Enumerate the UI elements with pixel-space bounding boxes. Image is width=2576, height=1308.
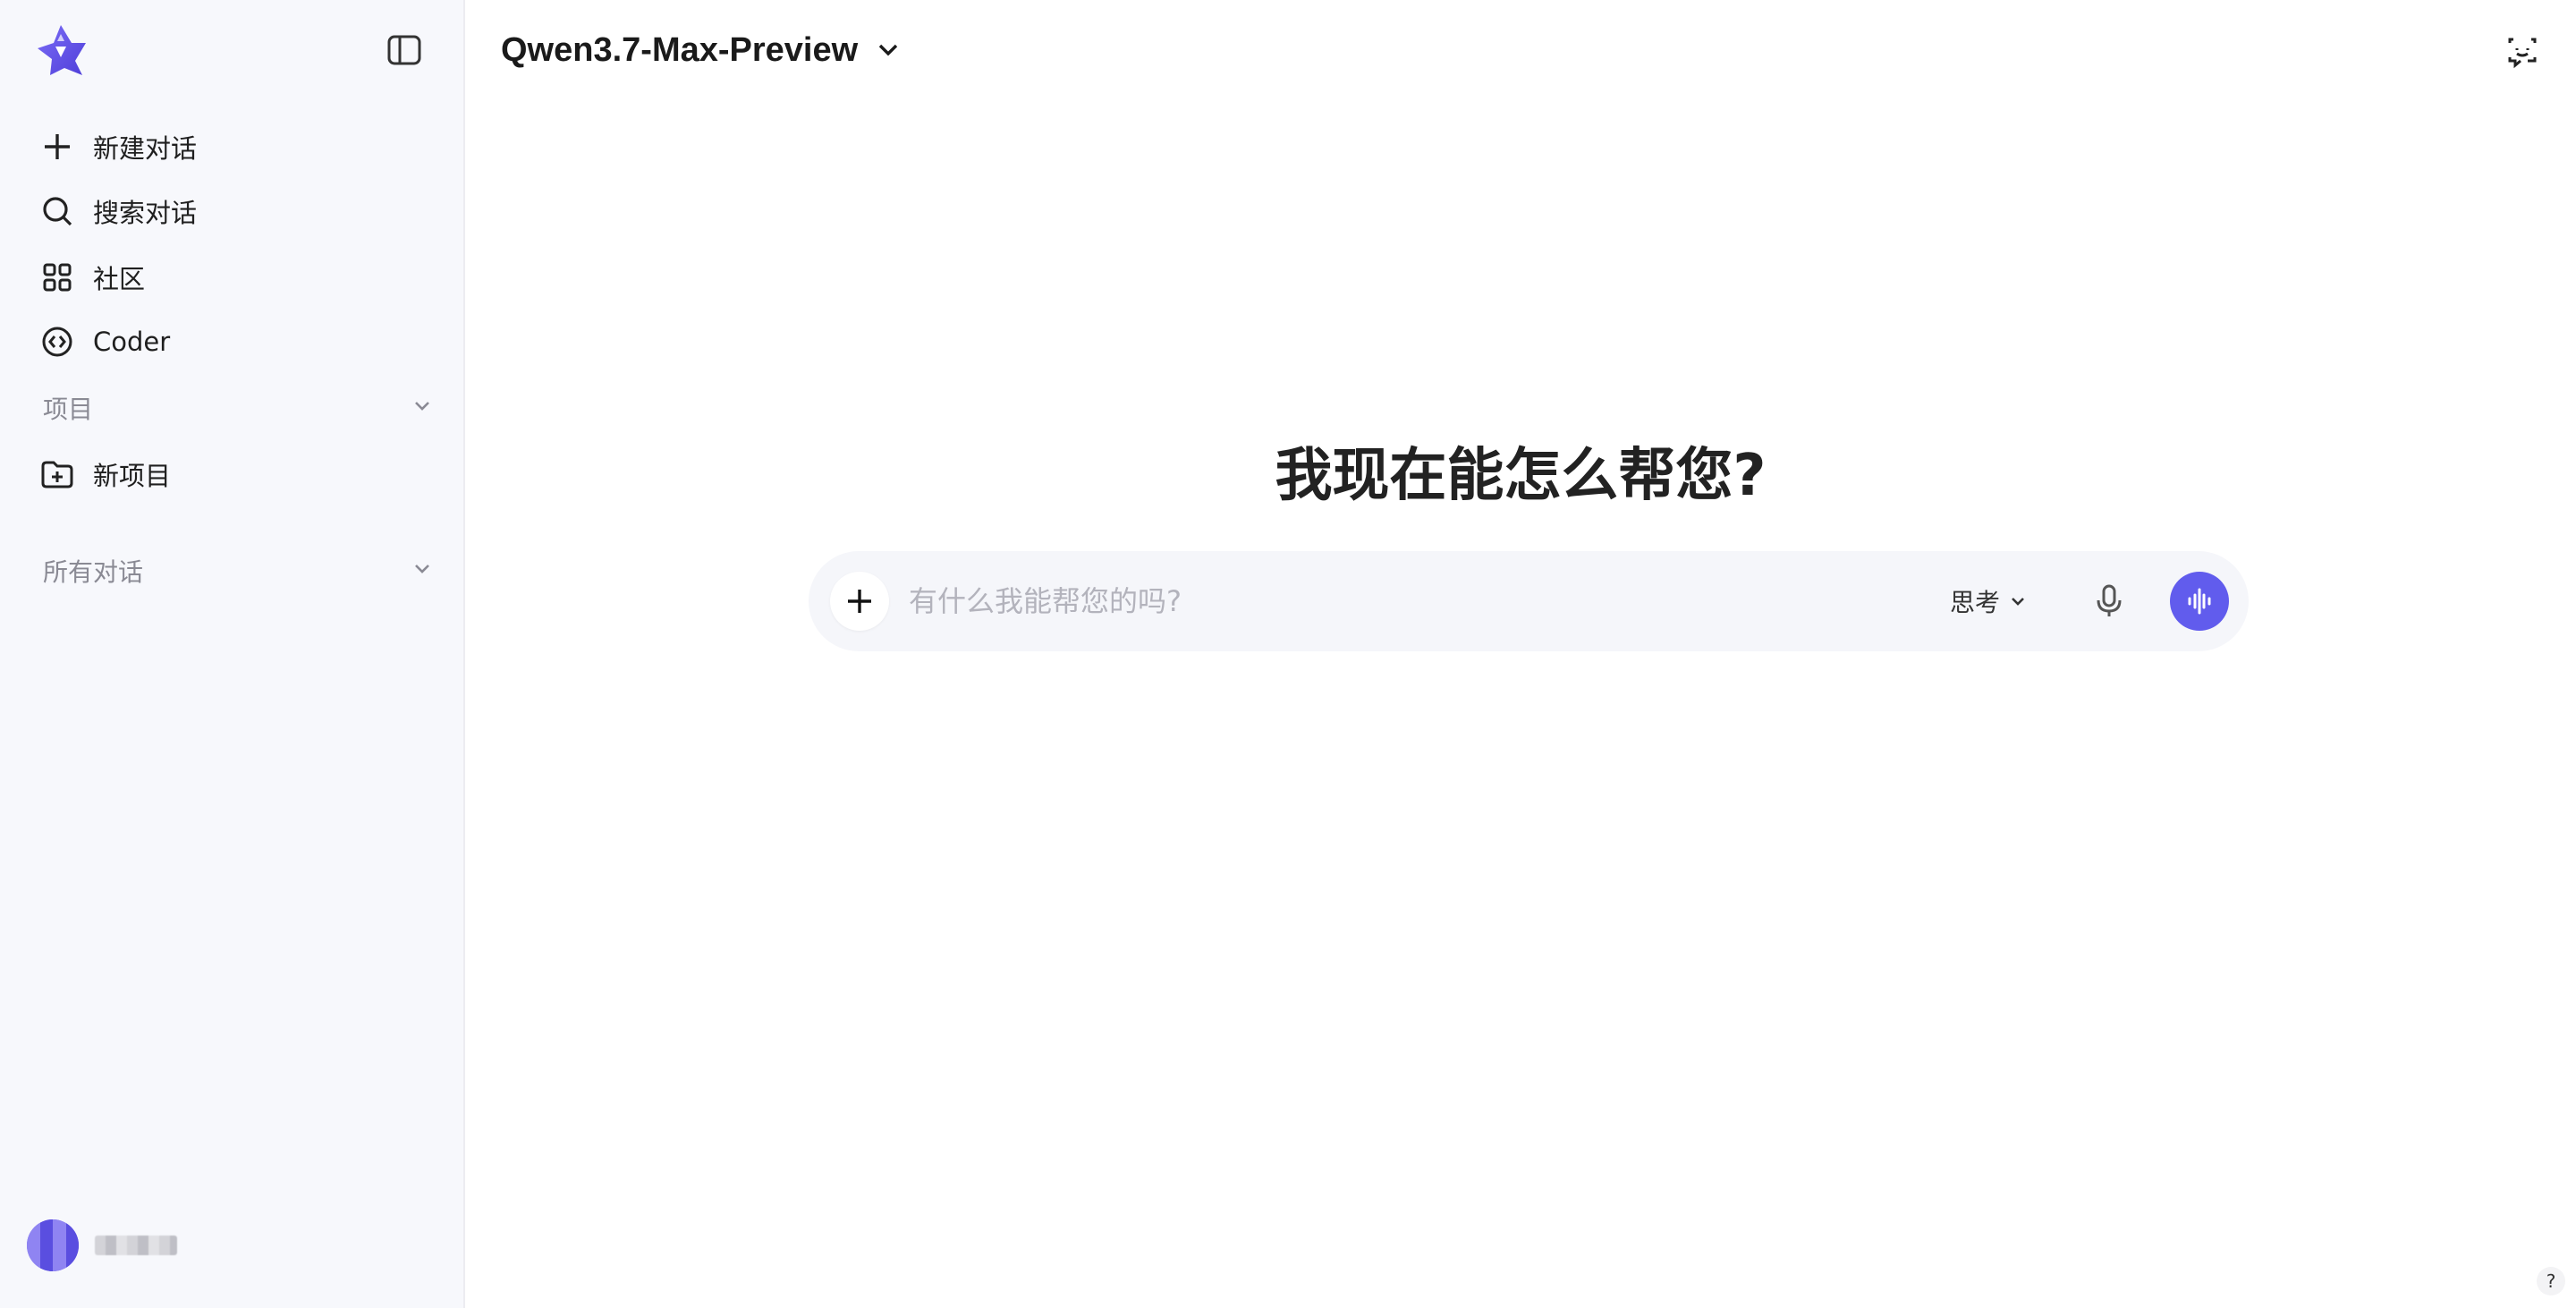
think-mode-dropdown[interactable]: 思考 [1950, 583, 2027, 619]
prompt-input[interactable] [909, 574, 1950, 628]
chat-bubble-icon [2508, 38, 2537, 69]
section-label: 所有对话 [43, 557, 144, 587]
sidebar-item-label: 搜索对话 [93, 198, 198, 228]
sidebar-item-new-chat[interactable]: 新建对话 [25, 118, 436, 175]
plus-icon [39, 129, 75, 165]
sidebar-item-label: Coder [93, 327, 171, 357]
page-title: 我现在能怎么帮您? [1275, 443, 1767, 509]
sidebar-item-label: 社区 [93, 264, 146, 294]
sidebar-item-community[interactable]: 社区 [25, 249, 436, 306]
microphone-button[interactable] [2084, 576, 2134, 626]
sidebar-toggle-button[interactable] [379, 29, 429, 72]
sidebar-item-coder[interactable]: Coder [25, 313, 436, 370]
sidebar-item-new-project[interactable]: 新项目 [25, 446, 436, 503]
temporary-chat-button[interactable] [2499, 29, 2546, 75]
voice-mode-button[interactable] [2170, 572, 2229, 631]
chat-composer: 思考 [809, 551, 2249, 651]
section-label: 项目 [43, 395, 94, 424]
sidebar-item-label: 新建对话 [93, 133, 198, 164]
all-chats-section-header[interactable]: 所有对话 [25, 546, 436, 596]
sidebar-item-label: 新项目 [93, 461, 172, 491]
help-button[interactable]: ? [2537, 1267, 2565, 1295]
sidebar-item-search-chats[interactable]: 搜索对话 [25, 183, 436, 240]
projects-section-header[interactable]: 项目 [25, 383, 436, 433]
grid-icon [39, 259, 75, 295]
model-name: Qwen3.7-Max-Preview [501, 30, 859, 69]
chevron-down-icon [876, 41, 901, 59]
chevron-down-icon [411, 562, 433, 580]
code-icon [39, 324, 75, 360]
think-label: 思考 [1949, 588, 2000, 617]
plus-icon [848, 590, 871, 613]
sidebar-panel-icon [387, 35, 421, 65]
user-name: ■■■■ [95, 1236, 177, 1255]
chevron-down-icon [2009, 595, 2027, 607]
avatar [27, 1219, 79, 1271]
waveform-icon [2188, 588, 2211, 615]
qwen-logo-icon[interactable] [32, 21, 89, 79]
user-profile[interactable]: ■■■■ [27, 1217, 177, 1274]
attach-button[interactable] [830, 572, 889, 631]
sidebar: 新建对话 搜索对话 社区 Coder 项目 新项目 所有对话 [0, 0, 465, 1308]
microphone-icon [2097, 584, 2122, 616]
chevron-down-icon [411, 399, 433, 417]
search-icon [39, 193, 75, 229]
folder-plus-icon [39, 456, 75, 492]
model-selector[interactable]: Qwen3.7-Max-Preview [501, 25, 901, 75]
